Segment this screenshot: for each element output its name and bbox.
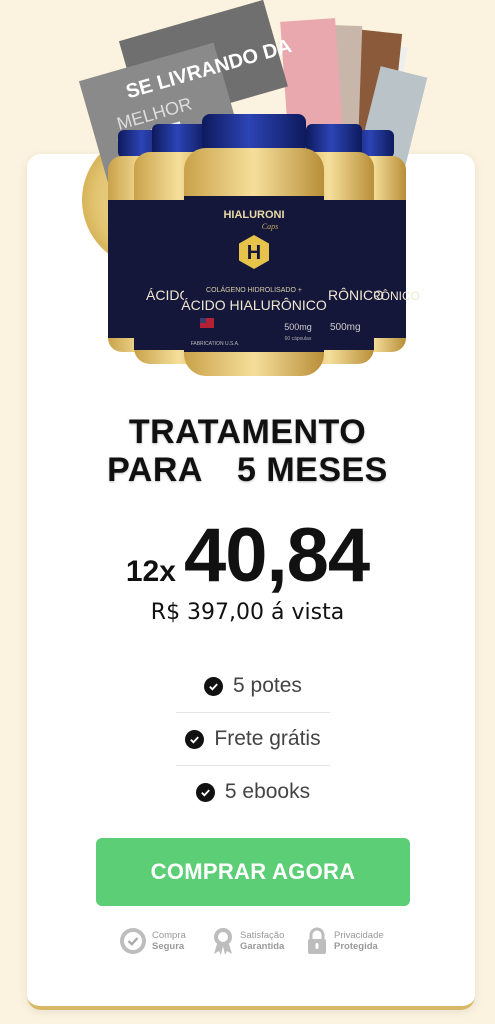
svg-text:60 cápsulas: 60 cápsulas [285,336,312,342]
buy-now-button[interactable]: COMPRAR AGORA [96,838,410,906]
secure-purchase-badge: Compra Segura [118,924,186,958]
list-item: Frete grátis [176,713,330,765]
offer-title-line2: PARA 5 MESES [0,452,495,489]
privacy-badge: Privacidade Protegida [304,924,384,958]
badge-line1: Compra [152,930,186,941]
svg-text:H: H [247,242,261,264]
svg-text:COLÁGENO HIDROLISADO +: COLÁGENO HIDROLISADO + [206,285,302,294]
feature-list: 5 potes Frete grátis 5 ebooks [176,660,330,818]
jar-front: HIALURONI Caps H COLÁGENO HIDROLISADO + … [181,114,327,376]
badge-line2: Garantida [240,941,285,952]
list-item: 5 ebooks [176,766,330,818]
installment-count: 12x [125,555,176,588]
badge-line1: Satisfação [240,930,285,941]
svg-text:RÔNICO: RÔNICO [328,287,384,303]
badge-line2: Protegida [334,941,378,952]
lock-icon [308,927,326,954]
svg-text:500mg: 500mg [284,322,312,332]
cash-price: R$ 397,00 á vista [150,600,345,625]
svg-text:HIALURONI: HIALURONI [223,209,284,221]
shield-check-icon [120,928,146,954]
installment-amount: 40,84 [183,513,370,598]
check-icon [185,729,205,749]
check-icon [204,676,224,696]
check-icon [195,782,215,802]
svg-text:FABRICATION U.S.A.: FABRICATION U.S.A. [191,341,240,347]
svg-text:500mg: 500mg [330,322,361,333]
feature-label: 5 potes [233,674,302,697]
offer-title-duration: 5 MESES [236,451,388,489]
feature-label: 5 ebooks [224,780,311,803]
satisfaction-badge: Satisfação Garantida [210,924,284,958]
offer-title-line1: TRATAMENTO [128,413,367,451]
svg-text:ÁCIDO HIALURÔNICO: ÁCIDO HIALURÔNICO [181,297,327,313]
badge-line2: Segura [152,941,185,952]
svg-text:Caps: Caps [262,222,278,231]
badge-line1: Privacidade [334,930,384,941]
list-item: 5 potes [176,660,330,712]
offer-title-word-para: PARA [107,451,203,489]
product-image: SE LIVRANDO DA MELHOR PELE RÔNICO ÁCIDO … [78,0,428,376]
installment-price: 12x 40,84 [0,512,495,599]
feature-label: Frete grátis [214,727,321,750]
trust-badges: Compra Segura Satisfação Garantida Privaci… [118,924,398,958]
award-ribbon-icon [214,928,232,955]
